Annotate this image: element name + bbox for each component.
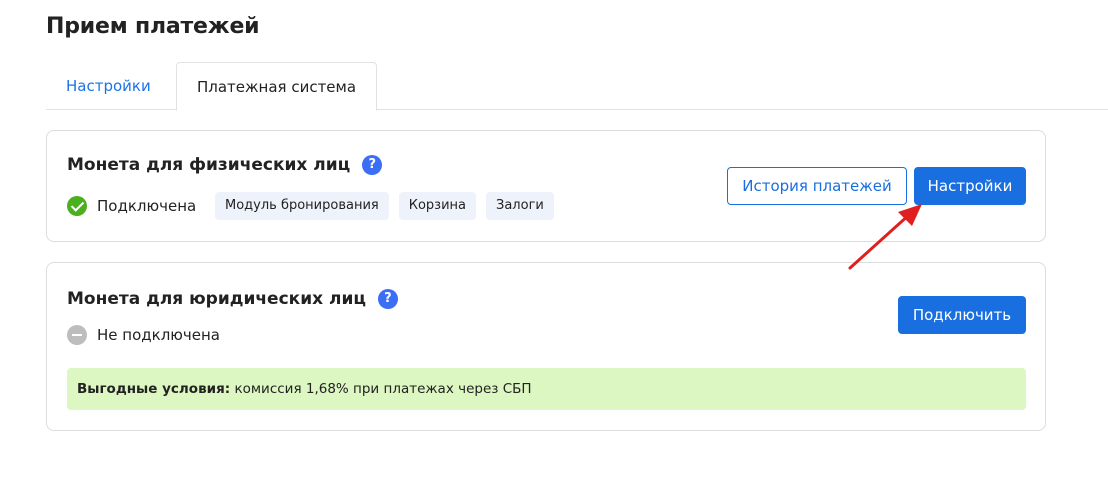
tab-settings[interactable]: Настройки	[46, 62, 171, 110]
help-question-icon[interactable]: ?	[377, 289, 398, 309]
tag-deposits: Залоги	[486, 192, 554, 220]
status-text: Не подключена	[97, 326, 220, 344]
card-title-text: Монета для юридических лиц	[67, 289, 366, 309]
card-title: Монета для физических лиц ?	[67, 155, 383, 175]
tab-payment-system[interactable]: Платежная система	[176, 62, 378, 111]
status: Подключена	[67, 196, 196, 216]
tag-cart: Корзина	[398, 192, 476, 220]
tag-list: Модуль бронирования Корзина Залоги	[215, 192, 554, 220]
tag-booking-module: Модуль бронирования	[215, 192, 389, 220]
tabs-bar: Настройки Платежная система	[46, 62, 1108, 111]
status-text: Подключена	[97, 197, 197, 215]
card-title: Монета для юридических лиц ?	[67, 289, 398, 309]
connect-button[interactable]: Подключить	[898, 296, 1026, 334]
help-question-icon[interactable]: ?	[362, 155, 383, 175]
settings-button[interactable]: Настройки	[914, 167, 1026, 205]
minus-circle-icon	[67, 325, 87, 345]
annotation-arrow-icon	[848, 204, 922, 270]
promo-banner: Выгодные условия: комиссия 1,68% при пла…	[67, 368, 1026, 410]
promo-label: Выгодные условия:	[77, 381, 231, 397]
promo-text: комиссия 1,68% при платежах через СБП	[230, 381, 532, 397]
status: Не подключена	[67, 325, 220, 345]
card-legal-entities: Монета для юридических лиц ? Не подключе…	[46, 262, 1046, 431]
page-title: Прием платежей	[46, 14, 260, 39]
card-title-text: Монета для физических лиц	[67, 155, 351, 175]
check-circle-icon	[67, 196, 87, 216]
